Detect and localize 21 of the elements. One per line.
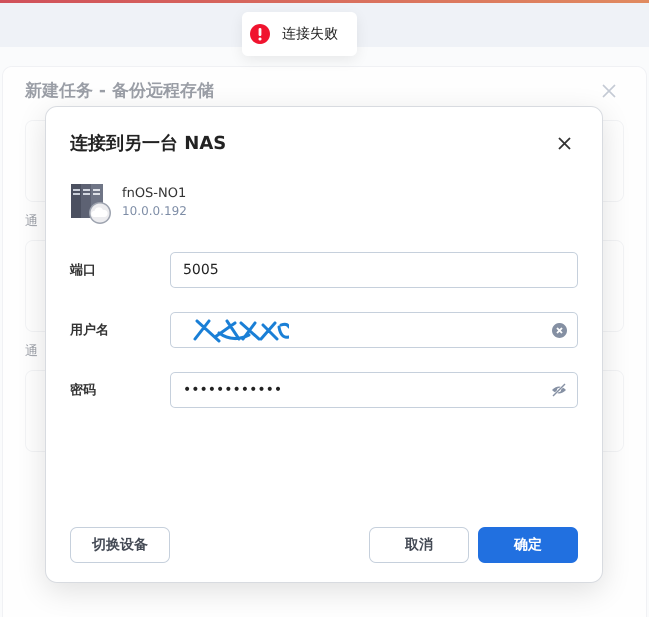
cancel-button[interactable]: 取消	[369, 527, 469, 563]
device-address: 10.0.0.192	[122, 204, 187, 218]
confirm-button[interactable]: 确定	[478, 527, 578, 563]
dialog-title: 连接到另一台 NAS	[70, 132, 226, 155]
field-label: 密码	[70, 382, 97, 399]
input-field[interactable]	[170, 312, 578, 348]
close-icon	[602, 84, 616, 98]
password-field[interactable]: ••••••••••••	[170, 372, 578, 408]
button[interactable]: 切换设备	[70, 527, 170, 563]
section-label: 通	[25, 213, 39, 230]
clear-icon[interactable]	[552, 322, 567, 338]
field-label: 用户名	[70, 322, 110, 339]
section-label: 通	[25, 343, 39, 360]
background-title: 新建任务 - 备份远程存储	[25, 80, 214, 102]
field-label: 端口	[70, 262, 97, 279]
toast-message: 连接失败	[282, 25, 338, 43]
error-icon	[250, 24, 270, 44]
close-icon[interactable]	[558, 136, 571, 150]
input-field[interactable]: 5005	[170, 252, 578, 288]
device-name: fnOS-NO1	[122, 186, 187, 201]
eye-slash-icon[interactable]	[551, 383, 567, 397]
